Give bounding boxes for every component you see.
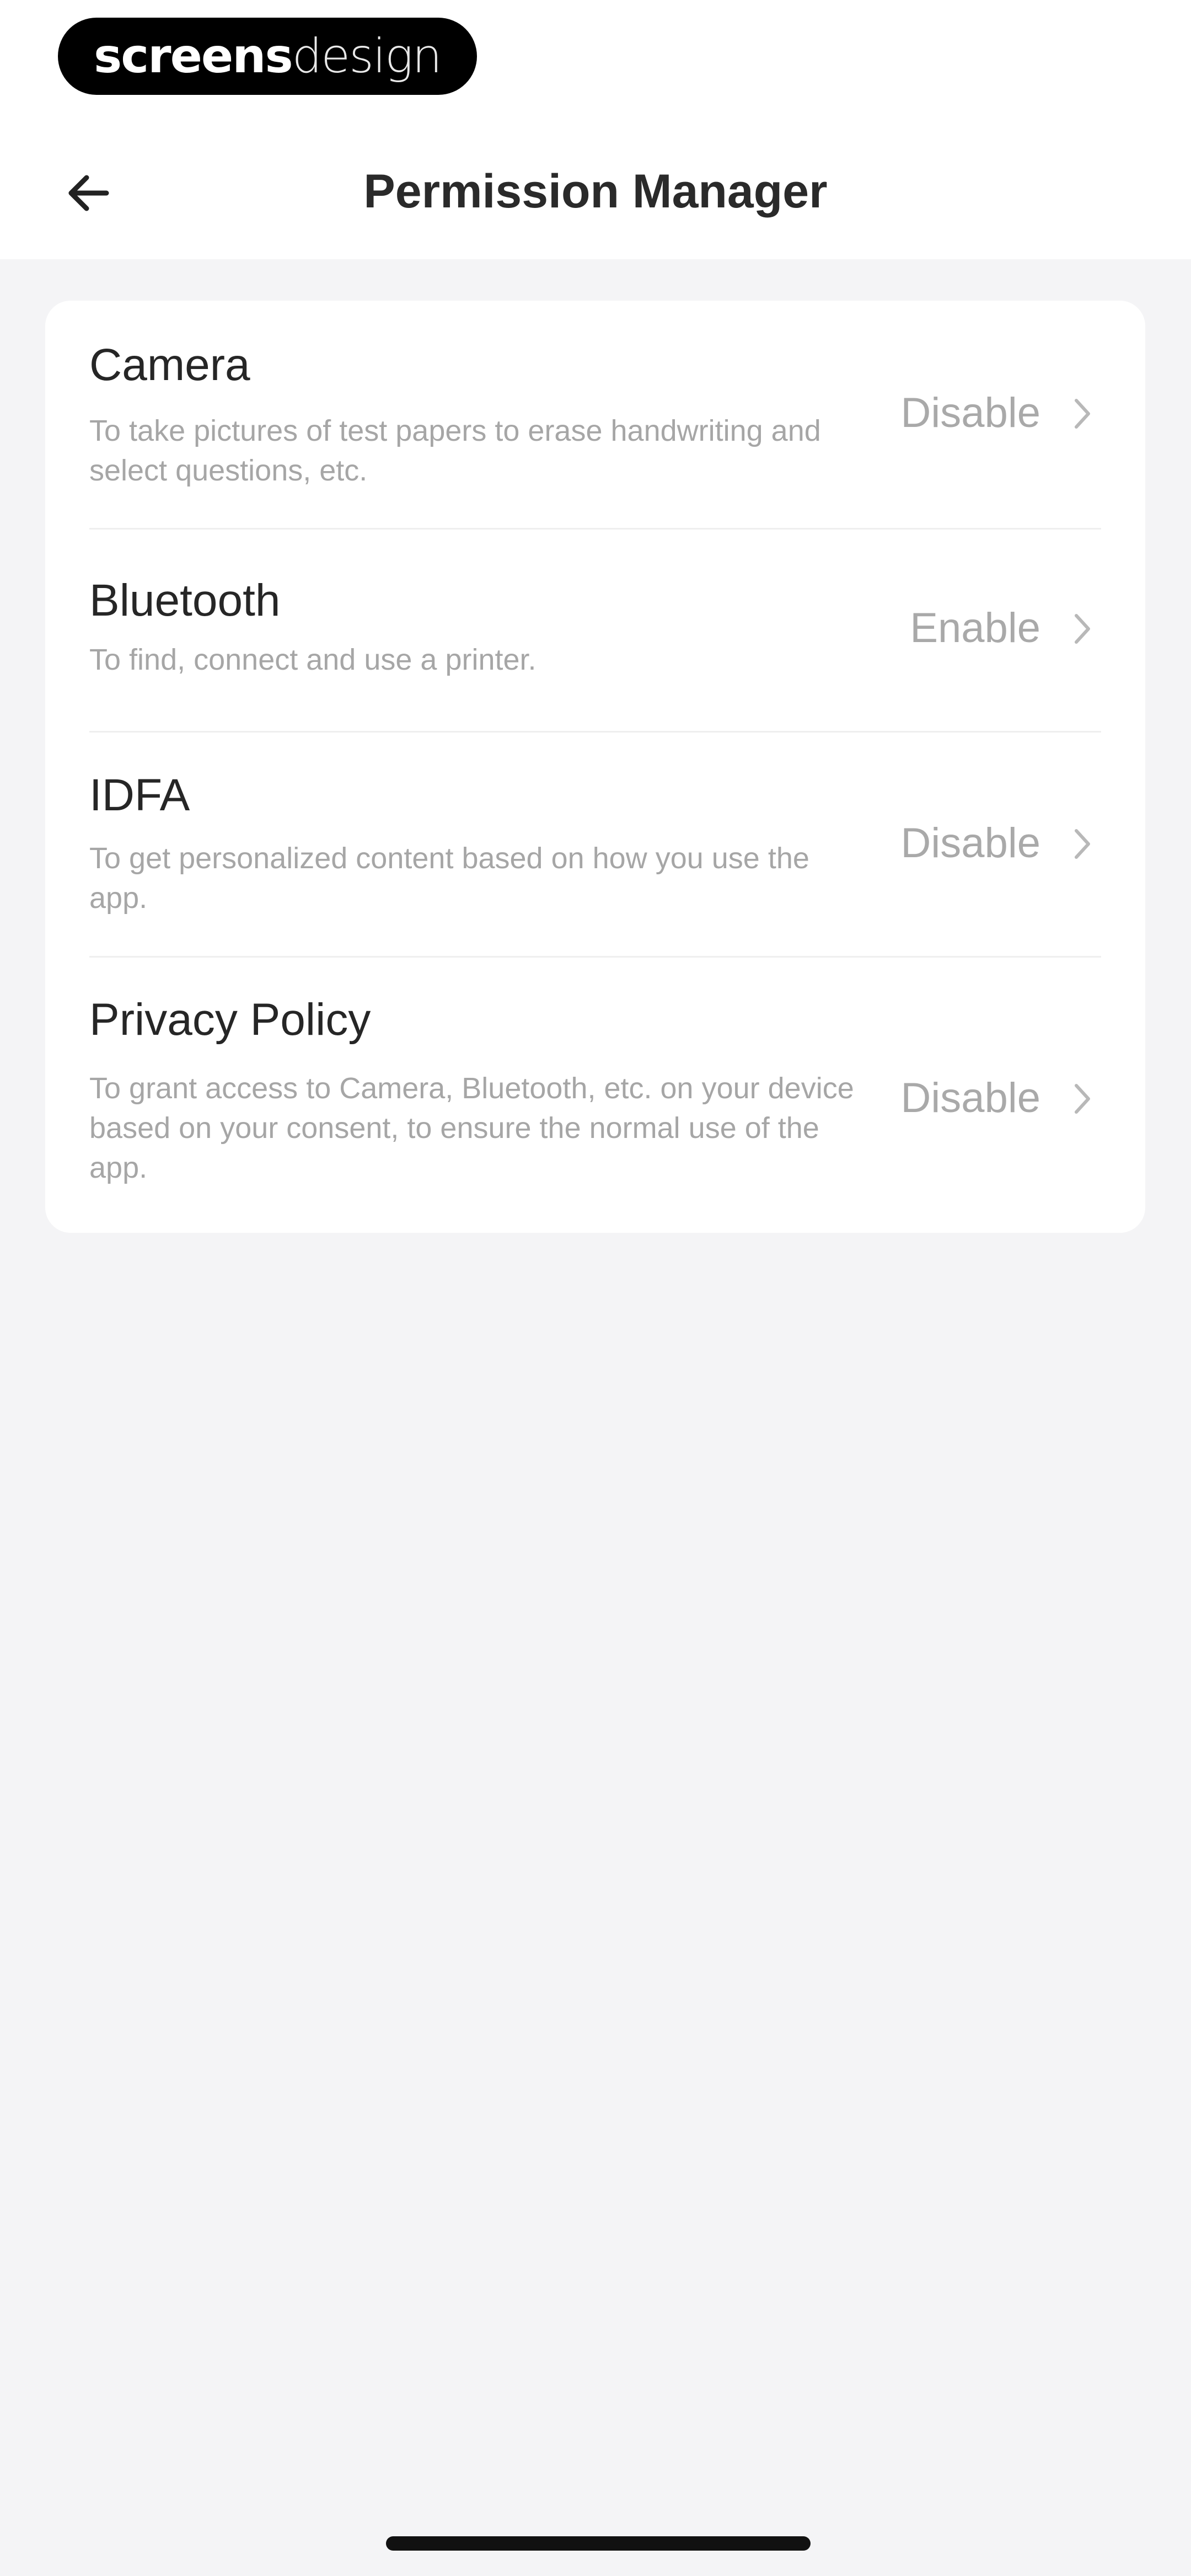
permissions-card: Camera To take pictures of test papers t…: [45, 301, 1145, 1233]
chevron-right-icon: [1075, 829, 1090, 859]
permission-row-privacy-policy[interactable]: Privacy Policy To grant access to Camera…: [45, 958, 1145, 1233]
brand-logo-part2: design: [292, 29, 442, 84]
permission-title: Bluetooth: [89, 575, 281, 626]
permission-title: Camera: [89, 340, 250, 390]
permission-title: IDFA: [89, 770, 190, 820]
home-indicator[interactable]: [386, 2536, 811, 2551]
permission-row-idfa[interactable]: IDFA To get personalized content based o…: [45, 734, 1145, 965]
divider: [89, 731, 1101, 733]
permission-description: To take pictures of test papers to erase…: [89, 414, 821, 487]
brand-logo-part1: screens: [94, 29, 293, 84]
brand-logo: screens design: [58, 18, 477, 95]
divider: [89, 956, 1101, 958]
chevron-right-icon: [1075, 1084, 1090, 1114]
chevron-right-icon: [1075, 614, 1090, 644]
chevron-right-icon: [1075, 399, 1090, 429]
permission-description: To get personalized content based on how…: [89, 842, 809, 915]
permission-status: Disable: [900, 1075, 1040, 1121]
permission-status: Enable: [910, 605, 1040, 651]
permission-row-bluetooth[interactable]: Bluetooth To find, connect and use a pri…: [45, 530, 1145, 734]
permission-title: Privacy Policy: [89, 995, 371, 1045]
permission-status: Disable: [900, 820, 1040, 867]
nav-bar: Permission Manager: [0, 138, 1191, 248]
page-title: Permission Manager: [363, 165, 828, 218]
permission-status: Disable: [900, 389, 1040, 436]
permission-description: To grant access to Camera, Bluetooth, et…: [89, 1072, 854, 1184]
permission-row-camera[interactable]: Camera To take pictures of test papers t…: [45, 301, 1145, 521]
permission-description: To find, connect and use a printer.: [89, 643, 537, 676]
